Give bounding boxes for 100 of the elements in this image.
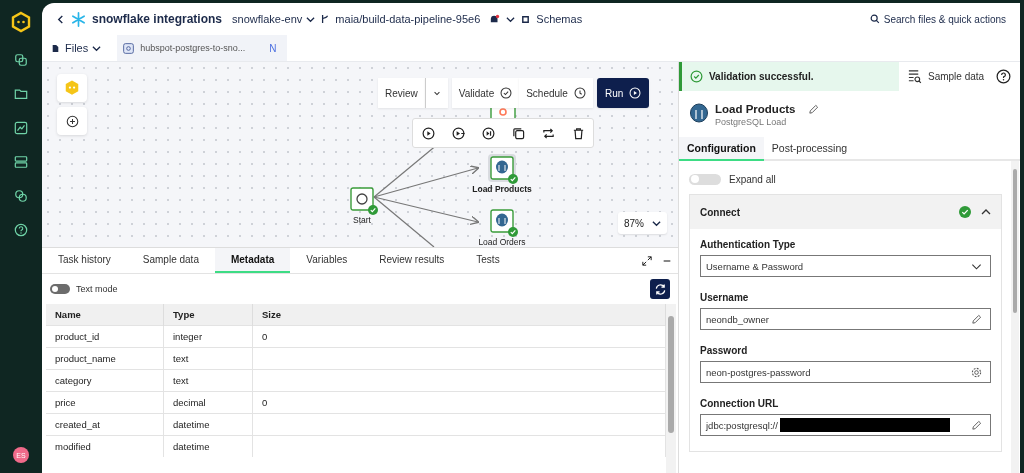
help-icon[interactable] bbox=[996, 69, 1012, 84]
validation-banner: Validation successful. bbox=[679, 62, 899, 91]
chevron-down-icon bbox=[306, 14, 316, 24]
run-from-icon[interactable] bbox=[451, 126, 465, 140]
status-icon[interactable] bbox=[490, 14, 501, 24]
table-cell: decimal bbox=[163, 391, 253, 414]
check-circle-icon bbox=[690, 70, 703, 83]
branch-icon bbox=[321, 14, 330, 24]
table-cell: datetime bbox=[163, 435, 253, 457]
chevron-down-icon bbox=[432, 89, 441, 97]
toggle-label: Expand all bbox=[729, 173, 776, 185]
edit-icon[interactable] bbox=[971, 419, 982, 431]
server-icon[interactable] bbox=[14, 155, 28, 169]
table-cell: integer bbox=[163, 325, 253, 348]
edit-icon[interactable] bbox=[971, 313, 982, 325]
schema-icon bbox=[521, 14, 531, 24]
column-header: Size bbox=[252, 304, 666, 326]
panel-tab[interactable]: Sample data bbox=[126, 248, 215, 273]
search-button[interactable]: Search files & quick actions bbox=[869, 13, 1006, 25]
panel-tab[interactable]: Task history bbox=[42, 248, 127, 273]
node-label: Load Orders bbox=[478, 237, 526, 247]
edit-icon[interactable] bbox=[807, 103, 819, 115]
branch-name[interactable]: maia/build-data-pipeline-95e6 bbox=[335, 13, 481, 25]
postgres-node[interactable] bbox=[488, 154, 516, 182]
start-node[interactable] bbox=[348, 185, 376, 213]
file-tab[interactable]: hubspot-postgres-to-sno... N bbox=[117, 35, 287, 61]
folder-icon[interactable] bbox=[14, 87, 28, 101]
node-label: Load Products bbox=[472, 184, 532, 194]
schemas-link[interactable]: Schemas bbox=[536, 13, 583, 25]
snowflake-icon bbox=[71, 11, 86, 27]
chevron-down-icon[interactable] bbox=[506, 14, 516, 24]
environment-selector[interactable]: snowflake-env bbox=[232, 13, 316, 25]
table-cell: datetime bbox=[163, 413, 253, 436]
chevron-down-icon bbox=[92, 43, 102, 53]
copy-icon[interactable] bbox=[511, 126, 525, 140]
chevron-down-icon bbox=[652, 218, 661, 228]
expand-icon[interactable] bbox=[642, 255, 652, 266]
panel-tab[interactable]: Metadata bbox=[214, 248, 291, 273]
config-tab[interactable]: Post-processing bbox=[763, 137, 856, 161]
plus-icon bbox=[65, 114, 79, 128]
input-field[interactable]: neondb_owner bbox=[700, 308, 991, 330]
table-cell: 0 bbox=[252, 325, 666, 348]
table-cell: 0 bbox=[252, 391, 666, 414]
chart-icon[interactable] bbox=[14, 121, 28, 135]
play-icon bbox=[629, 87, 642, 99]
input-field[interactable]: neon-postgres-password bbox=[700, 361, 991, 383]
run-button[interactable]: Run bbox=[596, 78, 650, 108]
section-title: Connect bbox=[700, 206, 740, 218]
pipeline-file-icon bbox=[123, 42, 135, 54]
skip-forward-icon[interactable] bbox=[481, 126, 495, 140]
run-icon[interactable] bbox=[421, 126, 435, 140]
table-cell: text bbox=[163, 347, 253, 370]
file-icon bbox=[52, 43, 59, 53]
search-icon bbox=[869, 14, 880, 24]
table-search-icon bbox=[907, 69, 922, 84]
field-label: Username bbox=[700, 292, 750, 303]
field-label: Connection URL bbox=[700, 398, 780, 409]
input-field[interactable]: jdbc:postgresql:// bbox=[700, 414, 991, 436]
trash-icon[interactable] bbox=[571, 126, 585, 140]
table-cell: product_name bbox=[46, 347, 164, 370]
panel-tab[interactable]: Review results bbox=[363, 248, 461, 273]
app-logo-icon[interactable] bbox=[9, 11, 33, 35]
component-subtitle: PostgreSQL Load bbox=[715, 117, 788, 127]
text-mode-toggle[interactable] bbox=[50, 284, 70, 294]
swap-icon[interactable] bbox=[14, 53, 28, 67]
panel-tab[interactable]: Tests bbox=[460, 248, 516, 273]
refresh-button[interactable] bbox=[650, 279, 670, 299]
review-button[interactable]: Review bbox=[378, 78, 425, 108]
sample-data-button[interactable]: Sample data bbox=[907, 69, 985, 84]
config-tab[interactable]: Configuration bbox=[679, 137, 764, 161]
chevron-up-icon[interactable] bbox=[981, 207, 991, 217]
panel-tab[interactable]: Variables bbox=[290, 248, 364, 273]
swap-arrows-icon[interactable] bbox=[541, 126, 555, 140]
back-icon[interactable] bbox=[56, 14, 65, 24]
scrollbar[interactable] bbox=[666, 304, 676, 473]
table-cell: created_at bbox=[46, 413, 164, 436]
table-cell: category bbox=[46, 369, 164, 392]
link-icon[interactable] bbox=[14, 189, 28, 203]
files-menu[interactable]: Files bbox=[65, 42, 102, 54]
postgres-node[interactable] bbox=[488, 207, 516, 235]
column-header: Name bbox=[46, 304, 164, 326]
toggle-label: Text mode bbox=[76, 284, 118, 294]
section-header[interactable]: Connect bbox=[690, 195, 1001, 229]
clock-icon bbox=[573, 87, 586, 99]
field-label: Authentication Type bbox=[700, 239, 797, 250]
table-cell: price bbox=[46, 391, 164, 414]
add-button[interactable] bbox=[57, 107, 87, 135]
field-label: Password bbox=[700, 345, 749, 356]
project-name[interactable]: snowflake integrations bbox=[92, 12, 223, 26]
zoom-selector[interactable]: 87% bbox=[618, 212, 667, 234]
expand-all-toggle[interactable] bbox=[689, 173, 721, 185]
table-cell: text bbox=[163, 369, 253, 392]
scrollbar[interactable] bbox=[1011, 161, 1019, 473]
component-title: Load Products bbox=[715, 103, 796, 115]
gear-icon[interactable] bbox=[971, 366, 982, 378]
select-field[interactable]: Username & Password bbox=[700, 255, 991, 277]
schedule-button[interactable]: Schedule bbox=[519, 78, 593, 108]
column-header: Type bbox=[163, 304, 253, 326]
table-cell: product_id bbox=[46, 325, 164, 348]
check-circle-icon bbox=[500, 87, 513, 99]
